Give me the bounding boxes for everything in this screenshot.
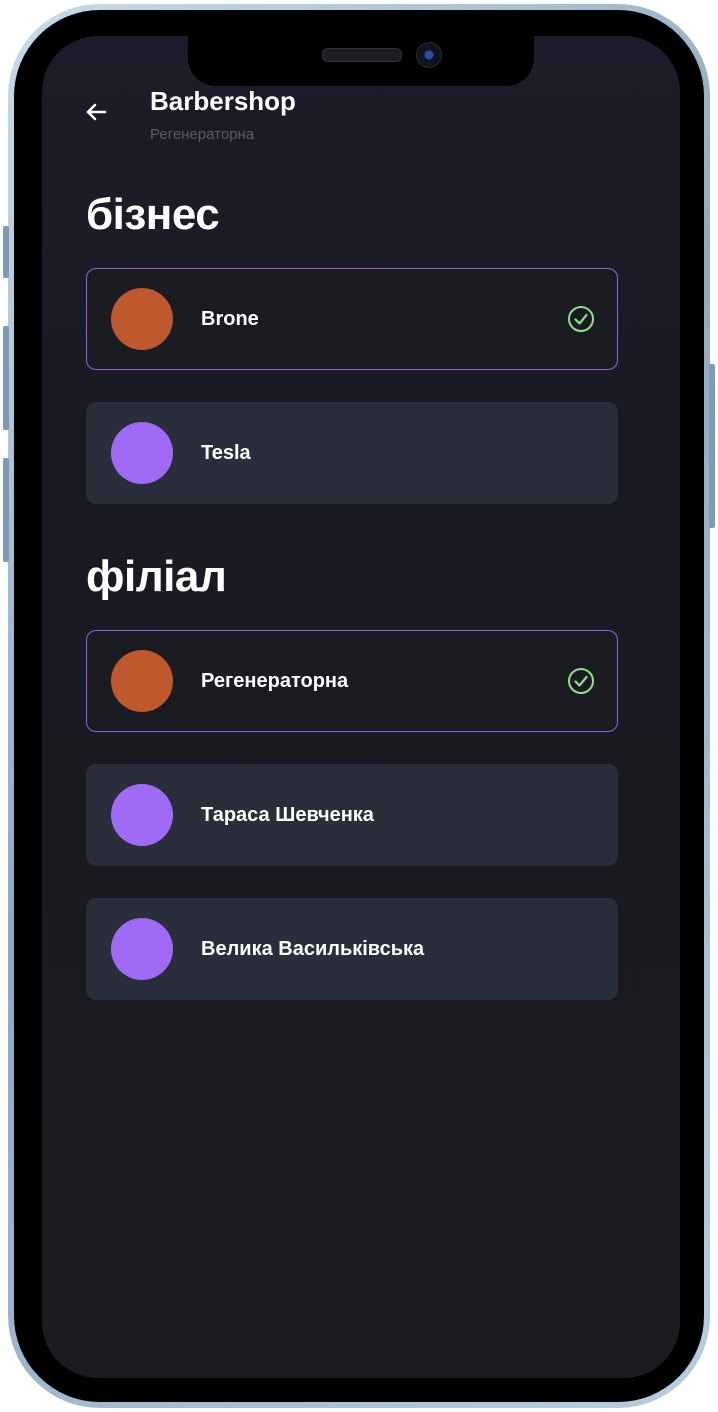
check-circle-icon [567,667,595,695]
power-button [709,364,715,528]
avatar [111,288,173,350]
branch-option-vasylkivska[interactable]: Велика Васильківська [86,898,618,1000]
branch-option-shevchenka[interactable]: Тараса Шевченка [86,764,618,866]
option-label: Тараса Шевченка [201,803,374,826]
option-label: Brone [201,307,259,330]
silent-switch [3,226,9,278]
section-heading-branch: філіал [86,552,227,601]
volume-down-button [3,458,9,562]
business-option-brone[interactable]: Brone [86,268,618,370]
check-circle-icon [567,305,595,333]
option-label: Велика Васильківська [201,937,425,960]
avatar [111,422,173,484]
avatar [111,650,173,712]
arrow-left-icon[interactable] [82,98,110,126]
volume-up-button [3,326,9,430]
branch-option-regeneratorna[interactable]: Регенераторна [86,630,618,732]
screen: Barbershop Регенераторна бізнес Brone Te… [42,36,680,1378]
option-label: Регенераторна [201,669,349,692]
page-title: Barbershop [150,86,296,116]
avatar [111,784,173,846]
page-subtitle: Регенераторна [150,126,255,143]
camera-icon [416,42,442,68]
notch [188,36,534,86]
section-heading-business: бізнес [86,190,220,239]
avatar [111,918,173,980]
option-label: Tesla [201,441,251,464]
business-option-tesla[interactable]: Tesla [86,402,618,504]
